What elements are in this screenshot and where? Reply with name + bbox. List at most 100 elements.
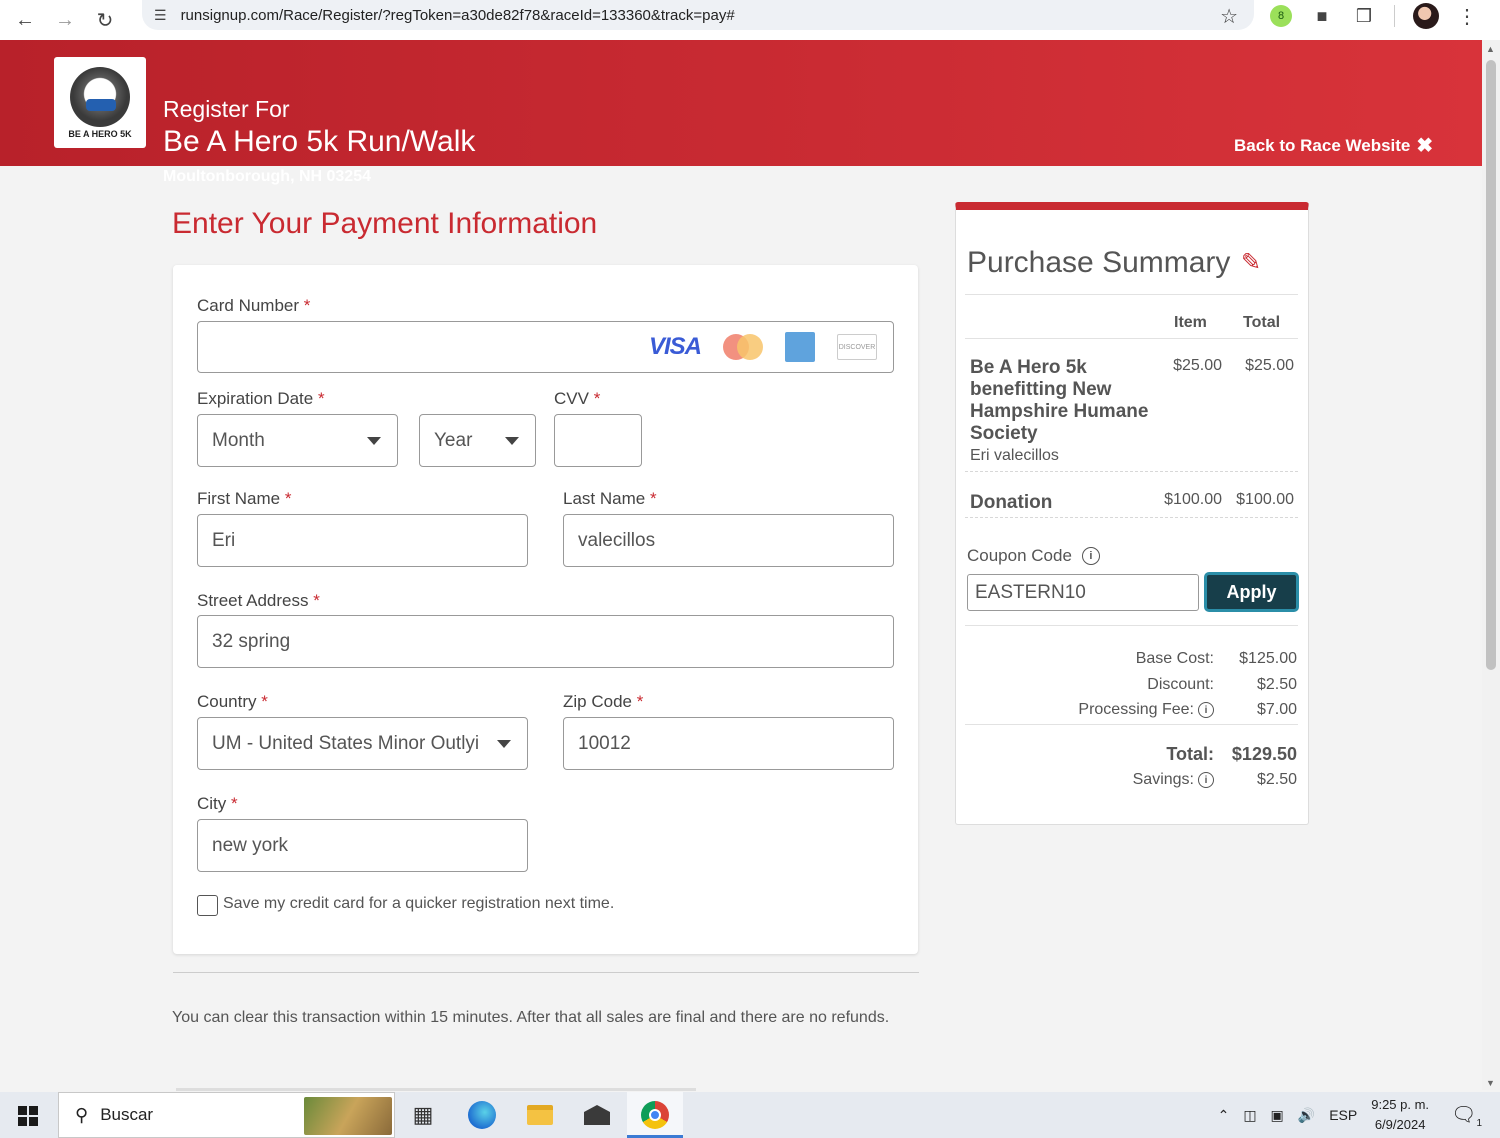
address-bar[interactable]: ☰ runsignup.com/Race/Register/?regToken=… (142, 0, 1254, 30)
edit-icon[interactable]: ✎ (1241, 248, 1261, 277)
total-label: Total: (1166, 744, 1214, 764)
extension-badge-icon[interactable]: 8 (1270, 5, 1292, 27)
city-label: City * (197, 794, 238, 813)
street-address-input[interactable]: 32 spring (197, 615, 894, 668)
total-value: $129.50 (1231, 744, 1297, 764)
amex-logo-icon (785, 332, 815, 362)
coupon-code-input[interactable]: EASTERN10 (967, 574, 1199, 611)
first-name-input[interactable]: Eri (197, 514, 528, 567)
race-header: BE A HERO 5K Register For Be A Hero 5k R… (0, 40, 1482, 185)
volume-icon[interactable]: 🔊 (1298, 1107, 1315, 1124)
file-explorer-icon[interactable] (525, 1100, 555, 1130)
task-view-icon[interactable]: ▦ (408, 1100, 438, 1130)
summary-divider (965, 338, 1298, 339)
race-title: Be A Hero 5k Run/Walk (163, 125, 476, 158)
search-highlight-image (304, 1097, 392, 1135)
edge-browser-icon[interactable] (467, 1100, 497, 1130)
browser-toolbar: ← → ↻ ☰ runsignup.com/Race/Register/?reg… (0, 0, 1500, 40)
country-select[interactable]: UM - United States Minor Outlyi (197, 717, 528, 770)
toolbar-divider (1394, 5, 1395, 27)
country-label: Country * (197, 692, 268, 711)
expiration-month-select[interactable]: Month (197, 414, 398, 467)
save-card-label[interactable]: Save my credit card for a quicker regist… (223, 895, 614, 913)
page-title: Enter Your Payment Information (172, 207, 598, 240)
summary-divider (965, 724, 1298, 725)
chevron-up-icon[interactable]: ⌃ (1218, 1107, 1230, 1124)
discount-label: Discount: (1147, 676, 1214, 693)
bottom-divider (176, 1088, 696, 1091)
summary-divider (965, 517, 1298, 518)
dog-logo-icon (70, 66, 130, 127)
meet-now-icon[interactable]: ◫ (1243, 1107, 1256, 1124)
processing-fee-value: $7.00 (1256, 701, 1297, 718)
back-to-race-link[interactable]: Back to Race Website ✖ (1234, 133, 1433, 158)
back-arrow-icon[interactable]: ← (5, 7, 45, 33)
extension-icon[interactable]: ■ (1310, 4, 1334, 28)
chrome-icon[interactable] (640, 1100, 670, 1130)
race-logo: BE A HERO 5K (54, 57, 146, 148)
extension-badge-count: 8 (1277, 10, 1285, 22)
bookmark-star-icon[interactable]: ☆ (1220, 4, 1238, 29)
mail-icon[interactable] (582, 1100, 612, 1130)
last-name-input[interactable]: valecillos (563, 514, 894, 567)
apply-coupon-button[interactable]: Apply (1204, 572, 1299, 612)
expiration-year-select[interactable]: Year (419, 414, 536, 467)
base-cost-value: $125.00 (1239, 650, 1297, 667)
forward-arrow-icon[interactable]: → (45, 7, 85, 33)
payment-form-card: Card Number * VISA DISCOVER Expiration D… (173, 265, 918, 954)
language-indicator[interactable]: ESP (1329, 1107, 1357, 1123)
summary-divider (965, 625, 1298, 626)
street-address-label: Street Address * (197, 591, 320, 610)
info-icon[interactable]: i (1081, 547, 1100, 565)
zip-code-input[interactable]: 10012 (563, 717, 894, 770)
cvv-label: CVV * (554, 389, 601, 408)
savings-label: Savings: i (1133, 771, 1214, 789)
save-card-checkbox[interactable] (197, 895, 218, 916)
col-item-header: Item (1174, 314, 1207, 331)
puzzle-extensions-icon[interactable]: ❒ (1352, 4, 1376, 28)
back-link-label[interactable]: Back to Race Website (1234, 136, 1410, 156)
card-number-input[interactable]: VISA DISCOVER (197, 321, 894, 373)
site-settings-icon[interactable]: ☰ (154, 7, 167, 24)
clock[interactable]: 9:25 p. m. 6/9/2024 (1371, 1095, 1429, 1135)
register-for-label: Register For (163, 96, 290, 122)
chevron-down-icon (497, 740, 511, 748)
network-icon[interactable]: ▣ (1271, 1107, 1284, 1124)
cvv-input[interactable] (554, 414, 642, 467)
windows-start-icon[interactable] (18, 1106, 38, 1126)
info-icon[interactable]: i (1198, 702, 1214, 718)
profile-avatar[interactable] (1413, 3, 1439, 29)
menu-kebab-icon[interactable]: ⋮ (1457, 4, 1477, 29)
scroll-thumb[interactable] (1486, 60, 1496, 670)
item-name: Be A Hero 5k benefitting New Hampshire H… (970, 357, 1149, 444)
col-total-header: Total (1243, 314, 1281, 331)
reload-icon[interactable]: ↻ (85, 7, 125, 33)
chevron-down-icon (505, 437, 519, 445)
scroll-down-arrow-icon[interactable]: ▼ (1486, 1078, 1495, 1088)
scroll-up-arrow-icon[interactable]: ▲ (1486, 44, 1495, 54)
zip-code-label: Zip Code * (563, 692, 644, 711)
clock-date: 6/9/2024 (1374, 1117, 1426, 1132)
item-price: $25.00 (1173, 357, 1222, 374)
taskbar-search[interactable]: ⚲ Buscar (58, 1092, 395, 1138)
info-icon[interactable]: i (1198, 772, 1214, 788)
close-icon[interactable]: ✖ (1416, 133, 1433, 158)
search-icon: ⚲ (75, 1104, 89, 1125)
coupon-code-label: Coupon Code i (967, 546, 1100, 566)
url-text[interactable]: runsignup.com/Race/Register/?regToken=a3… (181, 7, 735, 24)
summary-title: Purchase Summary (967, 246, 1231, 279)
card-brand-logos: VISA DISCOVER (649, 332, 877, 362)
system-tray: ⌃ ◫ ▣ 🔊 ESP 9:25 p. m. 6/9/2024 🗨1 (1218, 1092, 1500, 1138)
mastercard-logo-icon (723, 334, 763, 360)
first-name-label: First Name * (197, 489, 292, 508)
page-scrollbar[interactable]: ▲ ▼ (1482, 40, 1500, 1090)
processing-fee-label: Processing Fee: i (1078, 701, 1214, 719)
summary-divider (965, 294, 1298, 295)
clock-time: 9:25 p. m. (1371, 1097, 1430, 1112)
notifications-icon[interactable]: 🗨1 (1451, 1102, 1482, 1129)
base-cost-label: Base Cost: (1135, 650, 1214, 667)
city-input[interactable]: new york (197, 819, 528, 872)
notification-count: 1 (1476, 1117, 1482, 1129)
divider (173, 972, 919, 973)
refund-note: You can clear this transaction within 15… (172, 1009, 890, 1026)
